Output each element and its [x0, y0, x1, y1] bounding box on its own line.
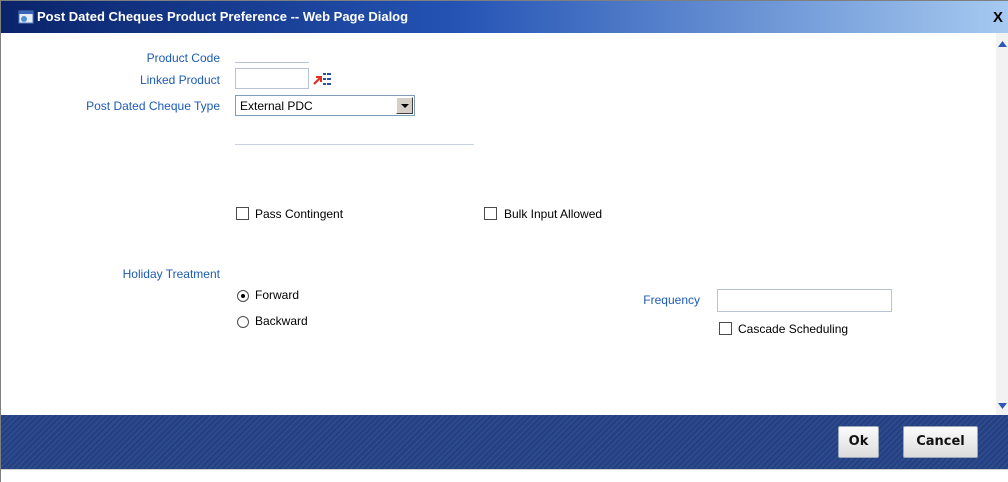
- pdc-type-label: Post Dated Cheque Type: [86, 99, 220, 113]
- close-icon[interactable]: X: [991, 10, 1005, 25]
- pass-contingent-label: Pass Contingent: [255, 207, 344, 221]
- window-title: Post Dated Cheques Product Preference --…: [37, 9, 409, 24]
- bulk-input-label: Bulk Input Allowed: [504, 207, 603, 221]
- backward-radio[interactable]: [237, 316, 249, 328]
- forward-radio[interactable]: [237, 290, 249, 302]
- list-of-values-icon[interactable]: [312, 70, 332, 88]
- scroll-down-icon[interactable]: [997, 401, 1008, 411]
- dialog-window: Post Dated Cheques Product Preference --…: [0, 0, 1008, 482]
- section-divider: [235, 144, 474, 145]
- status-strip: [1, 469, 1008, 482]
- title-bar: Post Dated Cheques Product Preference --…: [1, 1, 1008, 33]
- vertical-scrollbar[interactable]: [996, 33, 1008, 415]
- chevron-down-icon[interactable]: [396, 97, 413, 114]
- ie-page-icon: [18, 10, 34, 24]
- linked-product-label: Linked Product: [139, 73, 220, 87]
- frequency-label: Frequency: [643, 293, 700, 307]
- product-code-field: [235, 47, 309, 63]
- frequency-input[interactable]: [717, 289, 892, 312]
- pass-contingent-checkbox[interactable]: [236, 207, 249, 220]
- pdc-type-select[interactable]: External PDC: [235, 95, 415, 116]
- forward-label: Forward: [255, 288, 300, 302]
- ok-button[interactable]: Ok: [838, 426, 879, 458]
- cancel-button[interactable]: Cancel: [903, 426, 978, 458]
- bulk-input-checkbox[interactable]: [484, 207, 497, 220]
- product-code-label: Product Code: [146, 51, 220, 65]
- pdc-type-value: External PDC: [240, 99, 313, 113]
- scroll-up-icon[interactable]: [997, 39, 1008, 49]
- backward-label: Backward: [255, 314, 308, 328]
- cascade-scheduling-label: Cascade Scheduling: [738, 322, 849, 336]
- linked-product-input[interactable]: [235, 68, 309, 89]
- holiday-treatment-label: Holiday Treatment: [122, 267, 220, 281]
- cascade-scheduling-checkbox[interactable]: [719, 322, 732, 335]
- form-area: [1, 33, 996, 415]
